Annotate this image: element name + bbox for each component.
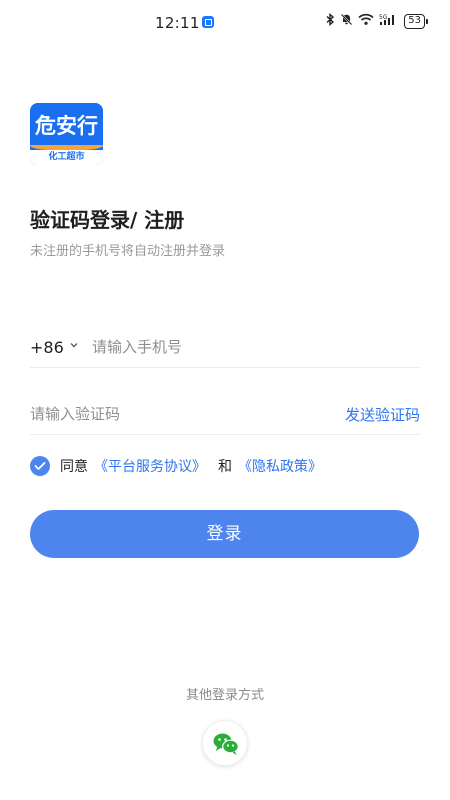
platform-agreement-link[interactable]: 《平台服务协议》 — [94, 456, 206, 476]
verification-code-input[interactable] — [30, 401, 310, 427]
page-title: 验证码登录/ 注册 — [30, 208, 185, 232]
phone-field-row: +86 — [30, 328, 420, 368]
agreement-prefix: 同意 — [60, 459, 88, 475]
signal-icon: 5G — [379, 13, 399, 30]
login-button[interactable]: 登录 — [30, 510, 419, 558]
wechat-icon — [213, 733, 239, 755]
signal-label: 5G — [379, 14, 388, 21]
privacy-policy-link[interactable]: 《隐私政策》 — [238, 456, 322, 476]
country-code-selector[interactable]: +86 — [30, 338, 64, 357]
agreement-row: 同意 《平台服务协议》 和 《隐私政策》 — [30, 455, 328, 477]
app-logo: 危安行 化工超市 — [30, 103, 103, 165]
agreement-checkbox[interactable] — [30, 456, 50, 476]
mute-icon — [340, 13, 353, 30]
status-bar: 12:11 5G 53 — [0, 0, 450, 44]
notification-app-icon — [202, 16, 214, 28]
logo-sub-text: 化工超市 — [30, 150, 103, 165]
code-field-row: 发送验证码 — [30, 395, 420, 435]
battery-tip — [426, 19, 428, 24]
phone-input[interactable] — [92, 334, 412, 360]
battery-indicator: 53 — [404, 14, 428, 29]
battery-level: 53 — [404, 14, 425, 29]
status-icons: 5G 53 — [325, 13, 428, 30]
check-icon — [34, 462, 46, 470]
agreement-conjunction: 和 — [218, 459, 232, 475]
send-code-button[interactable]: 发送验证码 — [345, 404, 420, 425]
status-time: 12:11 — [155, 14, 200, 32]
bluetooth-icon — [325, 13, 335, 30]
wifi-icon — [358, 13, 374, 30]
chevron-down-icon[interactable] — [70, 340, 78, 351]
logo-main-text: 危安行 — [30, 103, 103, 150]
other-login-label: 其他登录方式 — [185, 688, 264, 703]
wechat-login-button[interactable] — [202, 720, 248, 766]
page-subtitle: 未注册的手机号将自动注册并登录 — [30, 244, 226, 259]
